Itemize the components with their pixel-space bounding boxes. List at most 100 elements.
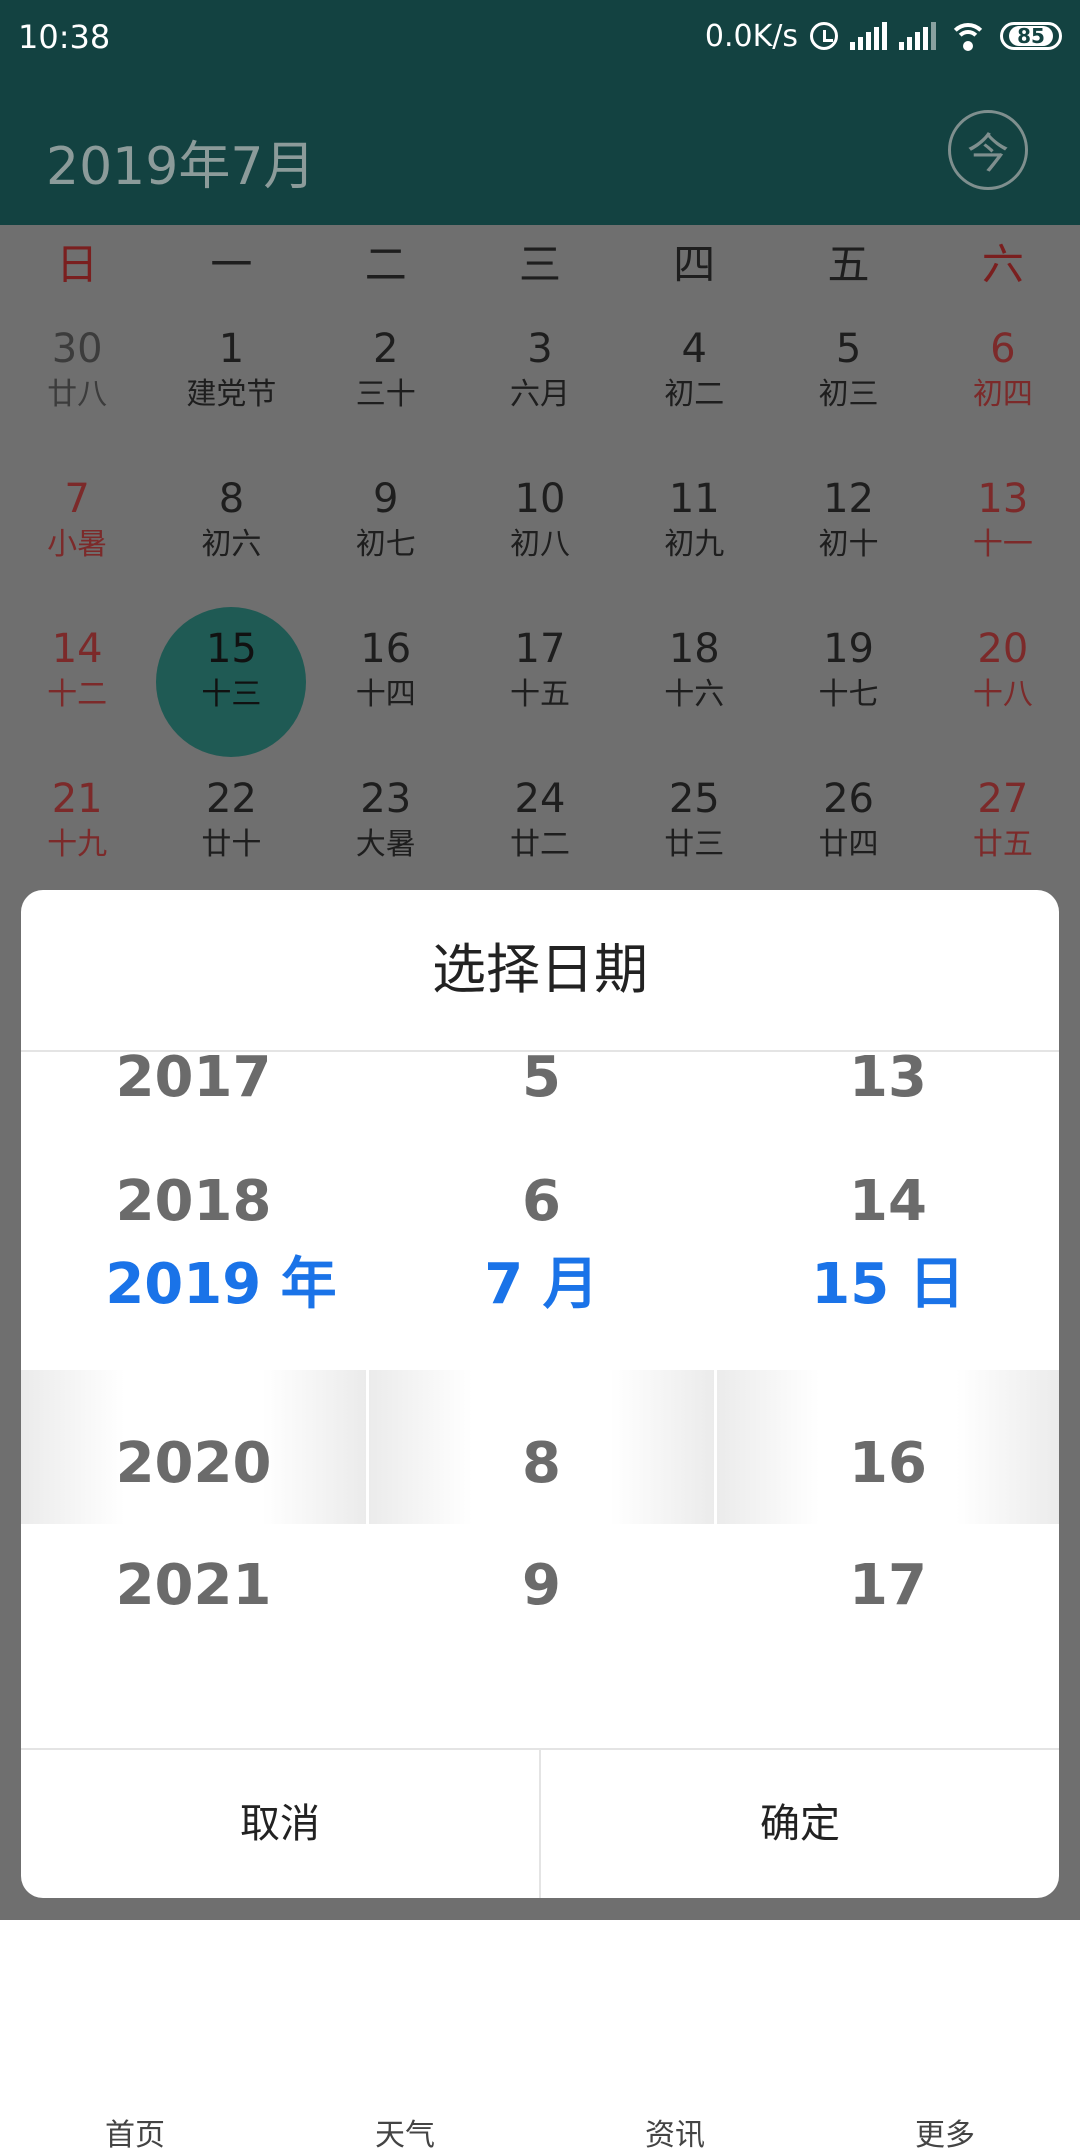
status-icons: 0.0K/s 85 (705, 16, 1062, 56)
day-number: 16 (360, 626, 412, 672)
day-number: 26 (823, 776, 874, 822)
day-cell[interactable]: 9 初七 (309, 465, 463, 615)
day-cell[interactable]: 19 十七 (771, 615, 925, 765)
day-cell[interactable]: 6 初四 (926, 315, 1080, 465)
calendar-week: 7 小暑 8 初六 9 初七 10 初八 11 初九 12 初十 13 十一 (0, 465, 1080, 615)
day-cell[interactable]: 16 十四 (309, 615, 463, 765)
selected-day[interactable]: 15 日 (717, 1245, 1059, 1325)
lunar-label: 十一 (972, 527, 1033, 562)
nav-item[interactable]: 首页 (0, 1910, 270, 2153)
weekday-label: 五 (827, 240, 870, 289)
day-number: 1 (218, 326, 245, 372)
wheel-item[interactable]: 17 (717, 1546, 1059, 1626)
lunar-label: 十七 (818, 677, 879, 712)
lunar-label: 十九 (47, 827, 108, 862)
wheel-item[interactable]: 5 (369, 1052, 714, 1118)
weekday-label: 二 (364, 240, 407, 289)
day-cell[interactable]: 30 廿八 (0, 315, 154, 465)
month-title[interactable]: 2019年7月 (46, 124, 315, 199)
day-cell[interactable]: 18 十六 (617, 615, 771, 765)
signal-icon-2 (899, 22, 936, 50)
year-wheel[interactable]: 2017 2018 2020 2021 (21, 1052, 366, 1628)
day-number: 30 (51, 326, 103, 372)
day-cell[interactable]: 13 十一 (926, 465, 1080, 615)
lunar-label: 十二 (47, 677, 108, 712)
day-number: 22 (205, 776, 257, 822)
wheel-item[interactable]: 2020 (21, 1424, 366, 1504)
lunar-label: 廿三 (664, 827, 725, 862)
confirm-button[interactable]: 确定 (541, 1750, 1059, 1898)
day-number: 3 (527, 326, 553, 372)
lunar-label: 六月 (509, 377, 570, 412)
nav-item[interactable]: 资讯 (540, 1910, 810, 2153)
wheel-item[interactable]: 14 (717, 1162, 1059, 1242)
lunar-label: 廿四 (818, 827, 879, 862)
status-time: 10:38 (18, 18, 111, 56)
day-number: 17 (514, 626, 566, 672)
lunar-label: 廿二 (509, 827, 570, 862)
network-speed: 0.0K/s (704, 18, 798, 54)
day-cell[interactable]: 3 六月 (463, 315, 617, 465)
day-number: 24 (514, 776, 566, 822)
wheel-item[interactable]: 2017 (21, 1052, 366, 1118)
day-cell[interactable]: 4 初二 (617, 315, 771, 465)
day-cell[interactable]: 1 建党节 (154, 315, 308, 465)
calendar-week: 14 十二 15 十三 16 十四 17 十五 18 十六 19 十七 20 十八 (0, 607, 1080, 765)
day-number: 8 (218, 476, 245, 522)
day-cell[interactable]: 10 初八 (463, 465, 617, 615)
day-number: 15 (205, 626, 257, 672)
day-number: 5 (835, 326, 862, 372)
lunar-label: 三十 (355, 377, 416, 412)
day-number: 20 (977, 626, 1029, 672)
lunar-label: 初二 (664, 377, 725, 412)
wheel-item[interactable]: 6 (369, 1162, 714, 1242)
lunar-label: 初三 (818, 377, 879, 412)
wheel-item[interactable]: 13 (717, 1052, 1059, 1118)
day-cell[interactable]: 7 小暑 (0, 465, 154, 615)
month-wheel[interactable]: 5 6 8 9 (369, 1052, 714, 1628)
day-number: 23 (360, 776, 412, 822)
lunar-label: 初七 (355, 527, 416, 562)
app-header: 2019年7月 今 (0, 72, 1080, 225)
day-cell[interactable]: 2 三十 (309, 315, 463, 465)
nav-item[interactable]: 更多 (810, 1910, 1080, 2153)
weekday-label: 三 (518, 240, 561, 289)
selected-month[interactable]: 7 月 (369, 1245, 714, 1325)
lunar-label: 大暑 (355, 827, 416, 862)
bottom-navigation: 首页 天气 资讯 更多 (0, 1910, 1080, 2153)
date-picker-dialog: 选择日期 2017 2018 2020 2021 5 6 8 9 13 14 1… (21, 890, 1059, 1898)
day-cell-selected[interactable]: 15 十三 (154, 607, 308, 765)
lunar-label: 十六 (664, 677, 725, 712)
day-cell[interactable]: 17 十五 (463, 615, 617, 765)
day-number: 12 (823, 476, 874, 522)
battery-level: 85 (1009, 26, 1053, 46)
wheel-item[interactable]: 8 (369, 1424, 714, 1504)
nav-item[interactable]: 天气 (270, 1910, 540, 2153)
today-button[interactable]: 今 (948, 110, 1028, 190)
wifi-icon (948, 21, 988, 51)
day-number: 2 (372, 326, 399, 372)
cancel-button[interactable]: 取消 (21, 1750, 539, 1898)
day-cell[interactable]: 5 初三 (771, 315, 925, 465)
lunar-label: 十五 (509, 677, 570, 712)
wheel-item[interactable]: 2021 (21, 1546, 366, 1626)
lunar-label: 初八 (509, 527, 570, 562)
day-cell[interactable]: 12 初十 (771, 465, 925, 615)
lunar-label: 廿十 (201, 827, 262, 862)
day-cell[interactable]: 11 初九 (617, 465, 771, 615)
day-number: 18 (668, 626, 720, 672)
selected-year[interactable]: 2019 年 (21, 1245, 421, 1325)
day-cell[interactable]: 20 十八 (926, 615, 1080, 765)
weekday-header: 日一二三四五六 (0, 225, 1080, 305)
lunar-label: 初四 (972, 377, 1033, 412)
wheel-item[interactable]: 16 (717, 1424, 1059, 1504)
battery-icon: 85 (1000, 22, 1062, 50)
lunar-label: 十三 (201, 677, 262, 712)
wheel-item[interactable]: 2018 (21, 1162, 366, 1242)
day-cell[interactable]: 8 初六 (154, 465, 308, 615)
calendar-week: 30 廿八 1 建党节 2 三十 3 六月 4 初二 5 初三 6 初四 (0, 315, 1080, 465)
wheel-item[interactable]: 9 (369, 1546, 714, 1626)
day-wheel[interactable]: 13 14 16 17 (717, 1052, 1059, 1628)
day-cell[interactable]: 14 十二 (0, 615, 154, 765)
day-number: 6 (990, 326, 1016, 372)
